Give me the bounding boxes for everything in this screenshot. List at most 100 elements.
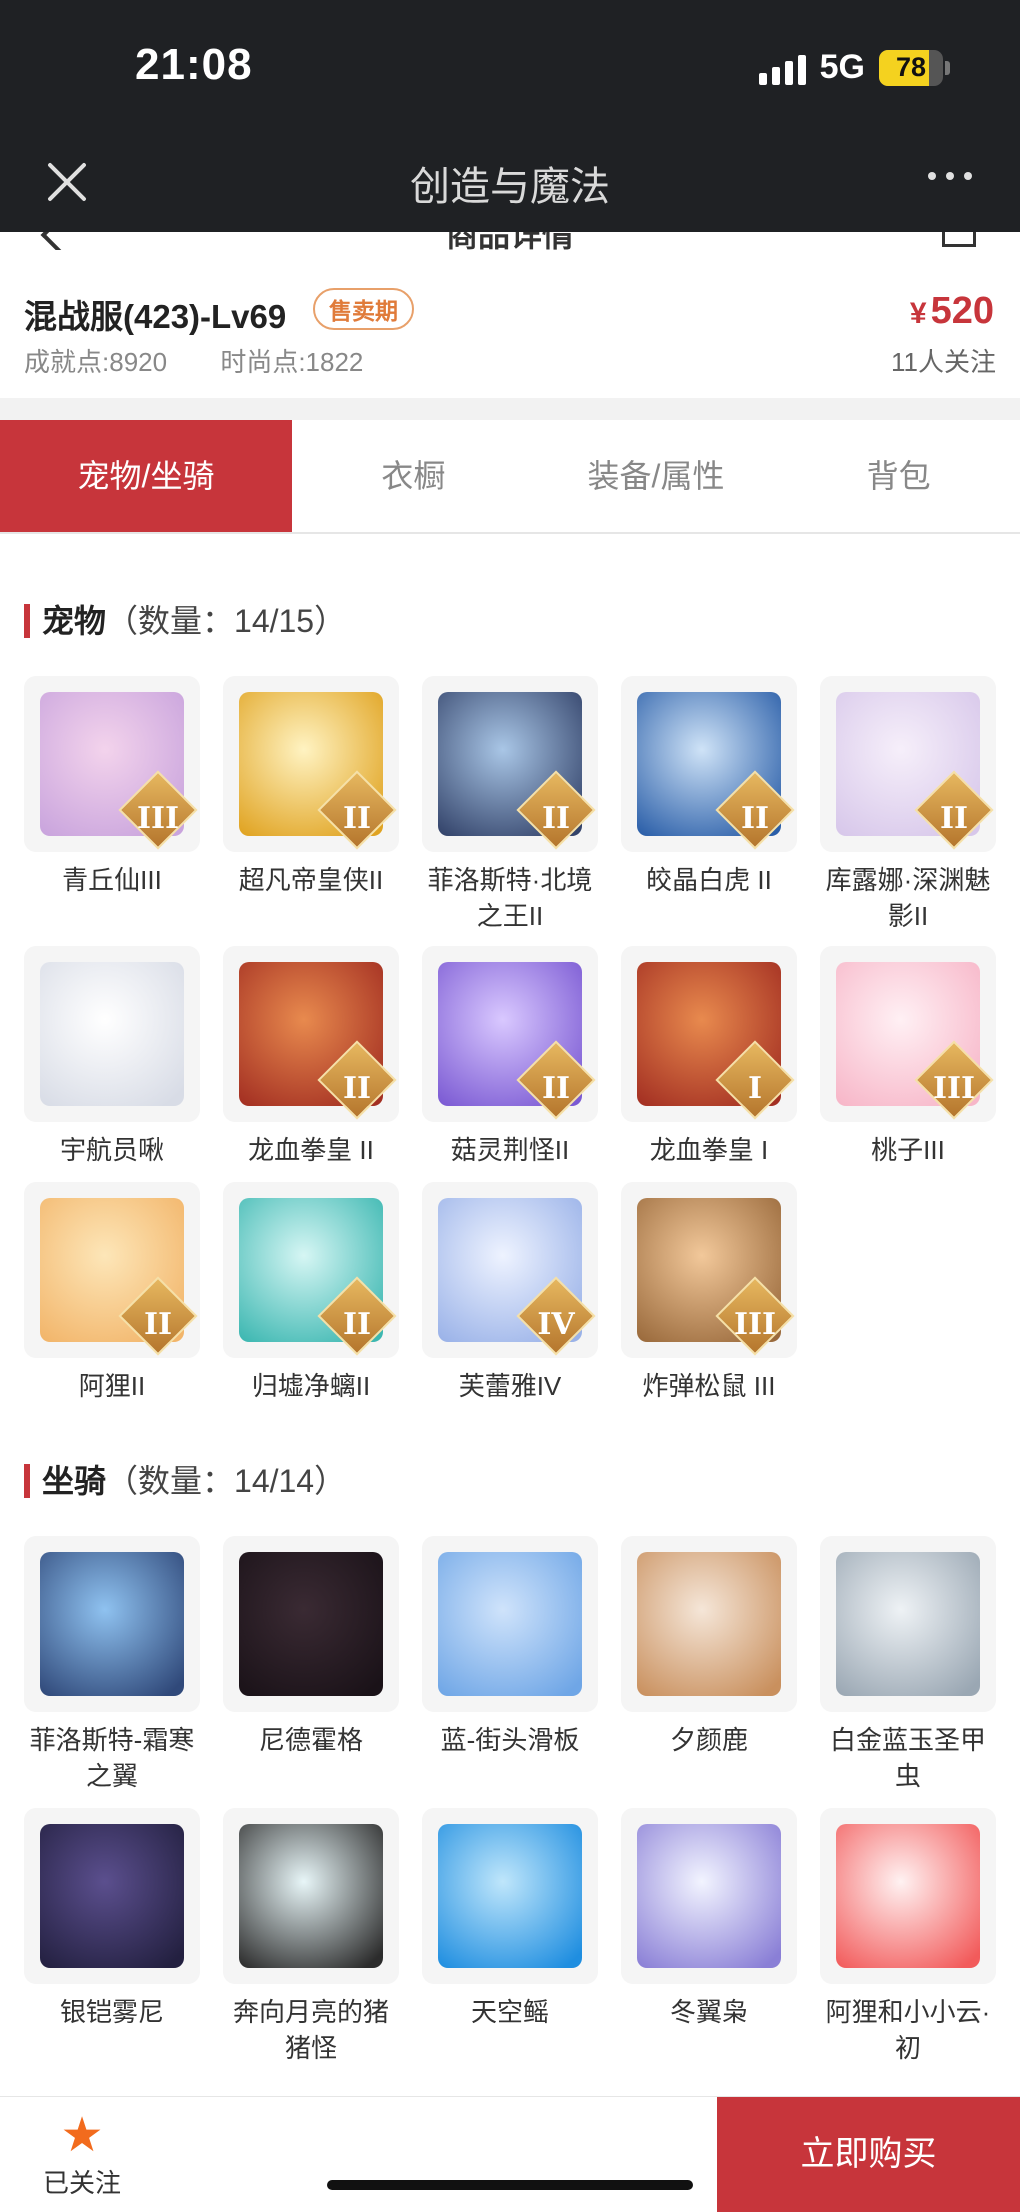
tier-label: III bbox=[136, 801, 180, 836]
pet-name: 阿狸II bbox=[78, 1371, 146, 1401]
pet-name: 青丘仙III bbox=[62, 865, 162, 895]
tab-bar: 宠物/坐骑 衣橱 装备/属性 背包 bbox=[0, 420, 1020, 534]
signal-icon bbox=[758, 51, 806, 85]
share-icon[interactable] bbox=[942, 232, 976, 247]
pet-card[interactable]: II 归墟净螭II bbox=[223, 1182, 399, 1452]
product-stats: 成就点:8920 时尚点:1822 bbox=[24, 342, 409, 379]
nav-title: 创造与魔法 bbox=[410, 165, 610, 209]
tab-backpack[interactable]: 背包 bbox=[777, 420, 1020, 532]
frost-wing-icon bbox=[40, 1552, 184, 1696]
tier-label: II bbox=[541, 801, 571, 836]
tier-label: II bbox=[342, 1307, 372, 1342]
tab-equipment[interactable]: 装备/属性 bbox=[535, 420, 778, 532]
pet-card[interactable]: II 超凡帝皇侠II bbox=[223, 676, 399, 946]
product-info: 混战服(423)-Lv69 售卖期 成就点:8920 时尚点:1822 ¥520… bbox=[0, 250, 1020, 398]
mount-card[interactable]: 冬翼枭 bbox=[621, 1808, 797, 2080]
pets-section-title: 宠物（数量：14/15） bbox=[24, 596, 346, 642]
pet-card[interactable]: 宇航员啾 bbox=[24, 946, 200, 1182]
mount-card[interactable]: 蓝-街头滑板 bbox=[422, 1536, 598, 1808]
pet-card[interactable]: I 龙血拳皇 I bbox=[621, 946, 797, 1182]
more-icon[interactable] bbox=[928, 172, 972, 180]
astronaut-icon bbox=[40, 962, 184, 1106]
mount-thumbnail bbox=[422, 1536, 598, 1712]
tier-label: I bbox=[747, 1071, 763, 1106]
mount-name: 冬翼枭 bbox=[669, 1997, 748, 2027]
section-divider bbox=[0, 398, 1020, 420]
pet-name: 库露娜·深渊魅影II bbox=[825, 865, 991, 931]
pet-card[interactable]: III 炸弹松鼠 III bbox=[621, 1182, 797, 1452]
mount-card[interactable]: 奔向月亮的猪猪怪 bbox=[223, 1808, 399, 2080]
mount-card[interactable]: 白金蓝玉圣甲虫 bbox=[820, 1536, 996, 1808]
mount-thumbnail bbox=[820, 1808, 996, 1984]
mount-card[interactable]: 夕颜鹿 bbox=[621, 1536, 797, 1808]
ali-cloud-icon bbox=[836, 1824, 980, 1968]
mount-name: 夕颜鹿 bbox=[669, 1725, 748, 1755]
pet-thumbnail: II bbox=[223, 946, 399, 1122]
tier-label: III bbox=[733, 1307, 777, 1342]
mount-name: 天空鳐 bbox=[470, 1997, 549, 2027]
pet-name: 皎晶白虎 II bbox=[646, 865, 772, 895]
pet-thumbnail: III bbox=[24, 676, 200, 852]
status-indicators: 5G 78 bbox=[758, 48, 950, 87]
pet-name: 归墟净螭II bbox=[251, 1371, 371, 1401]
pet-card[interactable]: II 菇灵荆怪II bbox=[422, 946, 598, 1182]
mount-name: 白金蓝玉圣甲虫 bbox=[829, 1725, 986, 1791]
tab-pets-mounts[interactable]: 宠物/坐骑 bbox=[0, 420, 292, 532]
mounts-grid: 菲洛斯特-霜寒之翼 尼德霍格 蓝-街头滑板 夕颜鹿 白金蓝玉圣甲虫银铠雾尼 奔向月亮的猪猪… bbox=[24, 1536, 1000, 2080]
tab-wardrobe[interactable]: 衣橱 bbox=[292, 420, 535, 532]
mount-card[interactable]: 菲洛斯特-霜寒之翼 bbox=[24, 1536, 200, 1808]
mount-card[interactable]: 阿狸和小小云·初 bbox=[820, 1808, 996, 2080]
tier-label: III bbox=[932, 1071, 976, 1106]
pet-card[interactable]: II 库露娜·深渊魅影II bbox=[820, 676, 996, 946]
pet-name: 桃子III bbox=[871, 1135, 945, 1165]
pets-grid: III 青丘仙III II 超凡帝皇侠II II 菲洛斯特·北境之王II II 皎晶白虎 II… bbox=[24, 676, 1000, 1452]
pet-thumbnail: II bbox=[223, 676, 399, 852]
buy-now-button[interactable]: 立即购买 bbox=[717, 2097, 1020, 2212]
pet-thumbnail: III bbox=[621, 1182, 797, 1358]
pet-thumbnail: IV bbox=[422, 1182, 598, 1358]
mounts-section-title: 坐骑（数量：14/14） bbox=[24, 1456, 346, 1502]
mount-card[interactable]: 尼德霍格 bbox=[223, 1536, 399, 1808]
tier-label: IV bbox=[537, 1307, 575, 1342]
pet-thumbnail: III bbox=[820, 946, 996, 1122]
pet-card[interactable]: II 皎晶白虎 II bbox=[621, 676, 797, 946]
follow-button[interactable]: ★ 已关注 bbox=[40, 2111, 124, 2200]
deer-icon bbox=[637, 1552, 781, 1696]
mount-name: 阿狸和小小云·初 bbox=[825, 1997, 991, 2063]
pet-name: 芙蕾雅IV bbox=[458, 1371, 562, 1401]
pet-card[interactable]: II 菲洛斯特·北境之王II bbox=[422, 676, 598, 946]
fashion-points: 时尚点:1822 bbox=[220, 347, 364, 377]
mount-thumbnail bbox=[24, 1536, 200, 1712]
pet-thumbnail: II bbox=[422, 676, 598, 852]
scarab-icon bbox=[836, 1552, 980, 1696]
black-dragon-icon bbox=[239, 1552, 383, 1696]
pet-card[interactable]: IV 芙蕾雅IV bbox=[422, 1182, 598, 1452]
pet-thumbnail: II bbox=[621, 676, 797, 852]
pet-card[interactable]: II 龙血拳皇 II bbox=[223, 946, 399, 1182]
mount-thumbnail bbox=[422, 1808, 598, 1984]
pet-thumbnail: I bbox=[621, 946, 797, 1122]
tier-label: II bbox=[143, 1307, 173, 1342]
mount-name: 尼德霍格 bbox=[258, 1725, 363, 1755]
pet-thumbnail: II bbox=[820, 676, 996, 852]
mount-thumbnail bbox=[24, 1808, 200, 1984]
mount-card[interactable]: 银铠雾尼 bbox=[24, 1808, 200, 2080]
achievement-points: 成就点:8920 bbox=[24, 347, 168, 377]
pet-card[interactable]: II 阿狸II bbox=[24, 1182, 200, 1452]
page-header: 商品详情 bbox=[0, 232, 1020, 250]
tier-label: II bbox=[740, 801, 770, 836]
pet-thumbnail: II bbox=[223, 1182, 399, 1358]
network-type: 5G bbox=[819, 48, 865, 86]
sky-ray-icon bbox=[438, 1824, 582, 1968]
mount-thumbnail bbox=[820, 1536, 996, 1712]
nav-bar: 创造与魔法 bbox=[0, 142, 1020, 232]
pet-name: 超凡帝皇侠II bbox=[238, 865, 384, 895]
follower-count: 11人关注 bbox=[891, 347, 996, 377]
tier-label: II bbox=[342, 801, 372, 836]
home-indicator bbox=[327, 2180, 693, 2190]
mount-thumbnail bbox=[621, 1536, 797, 1712]
mount-card[interactable]: 天空鳐 bbox=[422, 1808, 598, 2080]
pet-card[interactable]: III 桃子III bbox=[820, 946, 996, 1182]
pet-thumbnail: II bbox=[24, 1182, 200, 1358]
pet-card[interactable]: III 青丘仙III bbox=[24, 676, 200, 946]
